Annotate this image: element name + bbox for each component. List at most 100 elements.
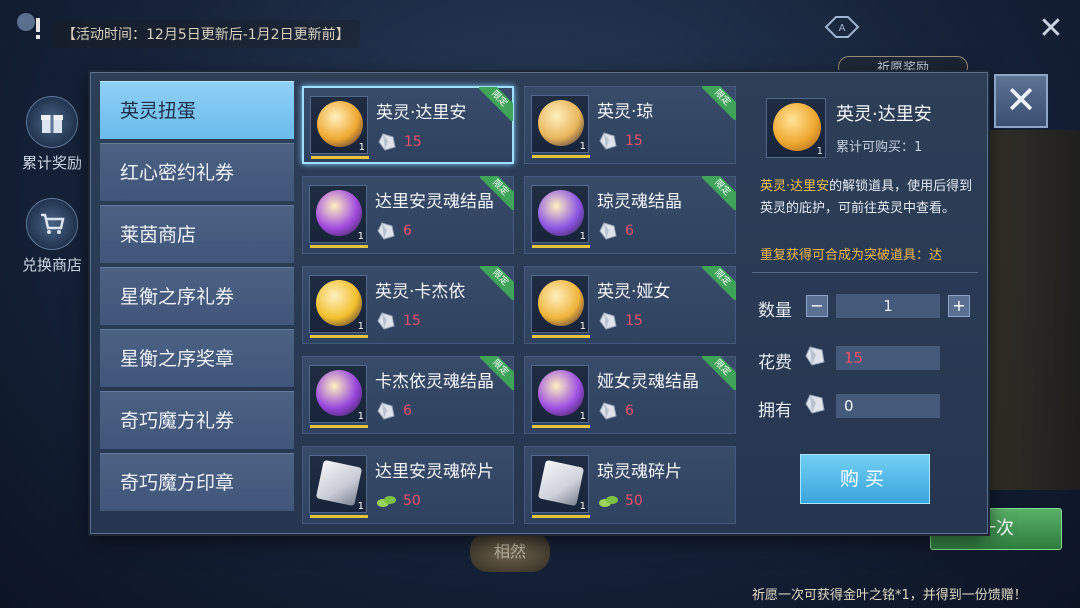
limited-tag: 限定 — [702, 176, 736, 210]
item-thumbnail: 1 — [531, 365, 590, 428]
item-card[interactable]: 1 英灵·卡杰依 15 限定 — [302, 266, 514, 344]
item-card[interactable]: 1 琼灵魂结晶 6 限定 — [524, 176, 736, 254]
hero-orb-icon — [316, 370, 362, 416]
rarity-bar — [532, 425, 590, 428]
item-price-value: 15 — [404, 134, 422, 150]
item-name: 英灵·娅女 — [597, 282, 671, 302]
item-card[interactable]: 1 达里安灵魂结晶 6 限定 — [302, 176, 514, 254]
item-qty: 1 — [579, 141, 586, 152]
hero-orb-icon — [538, 280, 584, 326]
category-item[interactable]: 星衡之序礼券 — [100, 267, 294, 325]
item-thumbnail: 1 — [309, 275, 368, 338]
item-price: 15 — [597, 131, 643, 151]
rarity-bar — [532, 335, 590, 338]
hero-orb-icon — [316, 190, 362, 236]
hero-orb-icon — [316, 280, 362, 326]
character-nameplate: 相然 — [470, 532, 550, 572]
rarity-bar — [310, 335, 368, 338]
limited-tag-label: 限定 — [480, 176, 514, 210]
rarity-bar — [310, 425, 368, 428]
item-name: 达里安灵魂结晶 — [375, 192, 494, 212]
description-highlight: 英灵·达里安 — [760, 179, 830, 194]
item-thumbnail: 1 — [309, 455, 368, 518]
limited-tag: 限定 — [702, 266, 736, 300]
item-card[interactable]: 1 琼灵魂碎片 50 — [524, 446, 736, 524]
crystal-currency-icon — [599, 222, 617, 240]
item-card[interactable]: 1 英灵·达里安 15 限定 — [302, 86, 514, 164]
soul-fragment-icon — [315, 459, 363, 507]
item-price-value: 15 — [625, 133, 643, 149]
item-card[interactable]: 1 达里安灵魂碎片 50 — [302, 446, 514, 524]
soul-fragment-icon — [537, 459, 585, 507]
item-thumbnail: 1 — [310, 96, 369, 159]
rarity-bar — [310, 515, 368, 518]
cumulative-reward-label: 累计奖励 — [21, 154, 82, 172]
hero-orb-icon — [773, 103, 821, 151]
close-icon[interactable]: ✕ — [1036, 14, 1066, 44]
category-item[interactable]: 奇巧魔方印章 — [100, 453, 294, 511]
category-item[interactable]: 英灵扭蛋 — [100, 81, 294, 139]
modal-close-button[interactable]: ✕ — [994, 74, 1048, 128]
category-item[interactable]: 莱茵商店 — [100, 205, 294, 263]
item-price-value: 15 — [403, 313, 421, 329]
item-qty: 1 — [579, 411, 586, 422]
increase-quantity-button[interactable]: + — [948, 295, 970, 317]
limited-tag: 限定 — [480, 266, 514, 300]
item-name: 英灵·卡杰依 — [375, 282, 466, 302]
item-price-value: 6 — [403, 403, 412, 419]
item-card[interactable]: 1 娅女灵魂结晶 6 限定 — [524, 356, 736, 434]
rarity-bar — [310, 245, 368, 248]
decrease-quantity-button[interactable]: − — [806, 295, 828, 317]
alert-icon[interactable] — [14, 10, 48, 44]
owned-label: 拥有 — [758, 401, 792, 421]
category-item[interactable]: 红心密约礼券 — [100, 143, 294, 201]
item-name: 琼灵魂碎片 — [597, 462, 682, 482]
hero-orb-icon — [538, 190, 584, 236]
item-card[interactable]: 1 英灵·琼 15 限定 — [524, 86, 736, 164]
item-thumbnail: 1 — [309, 185, 368, 248]
item-qty: 1 — [357, 321, 364, 332]
cumulative-reward-button[interactable]: 累计奖励 — [14, 96, 90, 173]
item-price-value: 15 — [625, 313, 643, 329]
gift-icon — [26, 96, 78, 148]
item-thumbnail: 1 — [309, 365, 368, 428]
owned-value: 0 — [836, 394, 940, 418]
purchase-limit: 累计可购买：1 — [836, 140, 923, 155]
limited-tag-label: 限定 — [702, 176, 736, 210]
category-item[interactable]: 奇巧魔方礼券 — [100, 391, 294, 449]
rarity-bar — [532, 245, 590, 248]
item-qty: 1 — [579, 321, 586, 332]
crystal-currency-icon — [805, 394, 825, 414]
top-bar: 【活动时间：12月5日更新后-1月2日更新前】 A ✕ — [0, 0, 1080, 60]
item-detail-panel: 1 英灵·达里安 累计可购买：1 英灵·达里安的解锁道具，使用后得到英灵的庇护，… — [748, 84, 984, 526]
exchange-shop-label: 兑换商店 — [21, 256, 82, 274]
cost-value: 15 — [836, 346, 940, 370]
background-panel — [990, 130, 1080, 490]
item-qty: 1 — [358, 142, 365, 153]
hero-orb-icon — [538, 100, 584, 146]
limited-tag: 限定 — [480, 176, 514, 210]
item-price-value: 6 — [625, 223, 634, 239]
limited-tag-label: 限定 — [702, 86, 736, 120]
crystal-currency-icon — [599, 312, 617, 330]
item-qty: 1 — [579, 231, 586, 242]
item-thumbnail: 1 — [531, 455, 590, 518]
item-price-value: 6 — [403, 223, 412, 239]
item-qty: 1 — [357, 501, 364, 512]
crystal-currency-icon — [377, 312, 395, 330]
item-card[interactable]: 1 英灵·娅女 15 限定 — [524, 266, 736, 344]
item-price-value: 6 — [625, 403, 634, 419]
buy-button[interactable]: 购买 — [800, 454, 930, 504]
item-price: 50 — [375, 491, 421, 511]
item-name: 琼灵魂结晶 — [597, 192, 682, 212]
crystal-currency-icon — [805, 346, 825, 366]
item-card[interactable]: 1 卡杰依灵魂结晶 6 限定 — [302, 356, 514, 434]
limited-tag: 限定 — [480, 356, 514, 390]
quantity-input[interactable]: 1 — [836, 294, 940, 318]
divider — [752, 272, 978, 273]
category-item[interactable]: 星衡之序奖章 — [100, 329, 294, 387]
item-price: 15 — [376, 132, 422, 152]
exchange-shop-button[interactable]: 兑换商店 — [14, 198, 90, 275]
rarity-bar — [532, 155, 590, 158]
game-logo-icon: A — [824, 16, 860, 38]
